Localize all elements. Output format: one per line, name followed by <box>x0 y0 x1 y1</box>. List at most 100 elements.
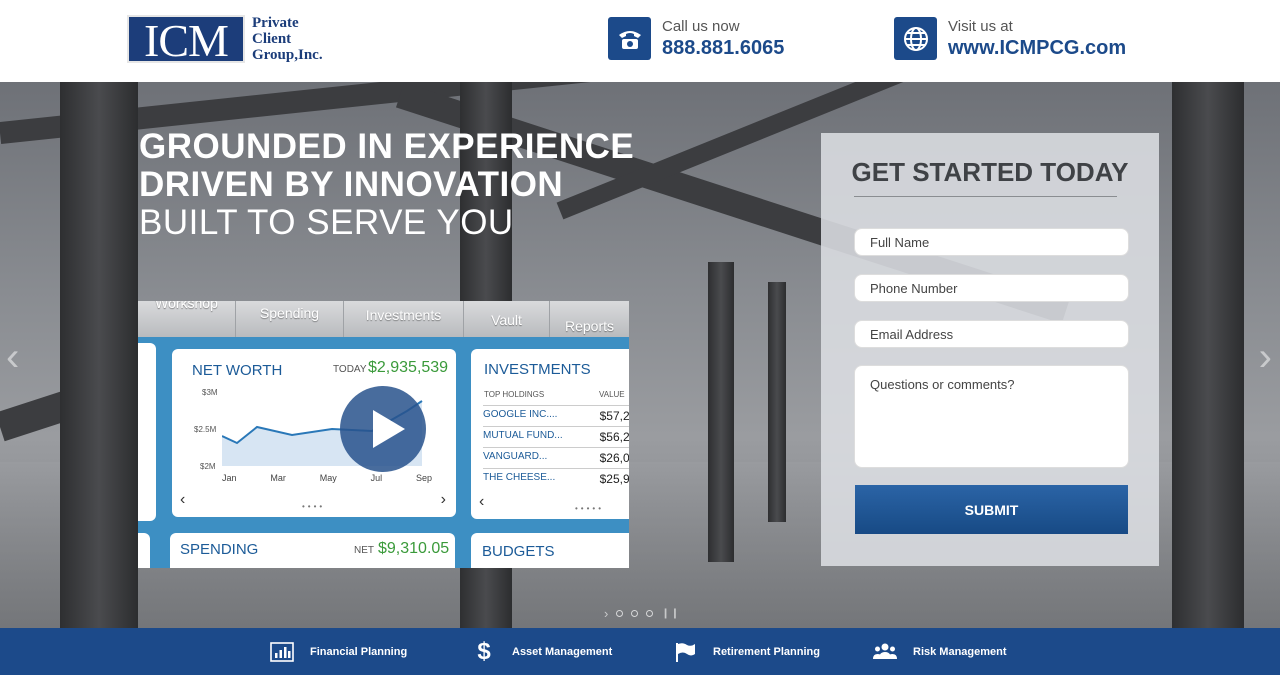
logo-line-1: Private <box>252 15 299 31</box>
service-label: Financial Planning <box>310 646 408 658</box>
bar-chart-icon <box>270 640 294 664</box>
spending-panel: SPENDING NET $9,310.05 <box>170 533 455 568</box>
service-asset-management[interactable]: $ Asset Management <box>472 638 613 665</box>
app-tab: Investments <box>344 301 464 337</box>
holding-name: GOOGLE INC.... <box>483 409 558 420</box>
dollar-icon: $ <box>477 638 491 665</box>
app-tab: Vault <box>464 301 550 337</box>
x-tick: Sep <box>415 473 432 483</box>
phone-number-link[interactable]: 888.881.6065 <box>662 36 784 60</box>
company-logo[interactable]: ICM Private Client Group,Inc. <box>127 15 323 65</box>
app-tab: Workshop <box>138 301 236 337</box>
net-worth-title: NET WORTH <box>192 362 283 379</box>
phone-number-input[interactable] <box>854 274 1129 302</box>
holding-row: GOOGLE INC.... $57,260 <box>483 405 629 426</box>
pier-piling <box>768 282 786 522</box>
holding-value: $26,061 <box>599 451 629 465</box>
chevron-right-icon: › <box>440 491 446 508</box>
x-tick: Jul <box>370 473 383 483</box>
holding-value: $57,260 <box>599 409 629 423</box>
holding-row: MUTUAL FUND... $56,250 <box>483 426 629 447</box>
service-label: Asset Management <box>512 646 613 658</box>
email-address-input[interactable] <box>854 320 1129 348</box>
call-us-block[interactable]: Call us now 888.881.6065 <box>608 17 784 60</box>
y-tick: $3M <box>202 388 218 397</box>
y-tick: $2.5M <box>194 425 217 434</box>
x-tick: May <box>319 473 337 483</box>
holding-name: THE CHEESE... <box>483 472 556 483</box>
hero-slider: GROUNDED IN EXPERIENCE DRIVEN BY INNOVAT… <box>0 82 1280 628</box>
questions-textarea[interactable] <box>854 365 1129 468</box>
holdings-header: TOP HOLDINGS <box>484 390 545 399</box>
slider-dot[interactable] <box>631 610 639 617</box>
today-label: TODAY <box>333 364 367 375</box>
site-header: ICM Private Client Group,Inc. Call us no… <box>0 0 1280 82</box>
investments-panel: INVESTMENTS TOP HOLDINGS VALUE GOOGLE IN… <box>471 349 629 519</box>
visit-label: Visit us at <box>948 17 1013 35</box>
form-title: GET STARTED TODAY <box>851 157 1129 187</box>
net-label: NET <box>354 545 374 556</box>
holdings-list: GOOGLE INC.... $57,260 MUTUAL FUND... $5… <box>483 405 629 489</box>
globe-icon <box>894 17 937 60</box>
service-retirement-planning[interactable]: Retirement Planning <box>673 640 820 664</box>
spending-title: SPENDING <box>180 541 259 558</box>
slider-dot[interactable] <box>646 610 654 617</box>
x-tick: Jan <box>222 473 237 483</box>
slider-dot[interactable] <box>616 610 624 617</box>
app-panel-edge <box>138 533 150 568</box>
holding-row: THE CHEESE... $25,905 <box>483 468 629 489</box>
full-name-input[interactable] <box>854 228 1129 256</box>
service-risk-management[interactable]: Risk Management <box>873 640 1007 664</box>
holding-name: VANGUARD... <box>483 451 548 462</box>
headline-line-2: DRIVEN BY INNOVATION <box>139 165 564 204</box>
service-label: Risk Management <box>913 646 1007 658</box>
holding-value: $56,250 <box>599 430 629 444</box>
investments-title: INVESTMENTS <box>484 361 591 378</box>
app-tab-bar: Workshop Spending Investments Vault Repo… <box>138 301 629 337</box>
service-financial-planning[interactable]: Financial Planning <box>270 640 407 664</box>
pier-piling <box>1172 82 1244 628</box>
pier-piling <box>708 262 734 562</box>
y-tick: $2M <box>200 462 216 471</box>
pager-dots: ••••• <box>575 504 605 513</box>
headline-line-1: GROUNDED IN EXPERIENCE <box>139 127 635 166</box>
chevron-left-icon: ‹ <box>180 491 186 508</box>
net-value: $9,310.05 <box>378 540 450 557</box>
pause-icon[interactable]: ❙❙ <box>661 608 680 619</box>
x-axis-ticks: Jan Mar May Jul Sep <box>222 473 432 483</box>
logo-line-2: Client <box>252 31 292 47</box>
pager-dots: •••• <box>302 502 326 511</box>
today-value: $2,935,539 <box>368 359 449 376</box>
x-tick: Mar <box>270 473 286 483</box>
people-icon <box>873 640 897 664</box>
slider-prev-arrow-icon[interactable]: ‹ <box>6 337 19 377</box>
logo-text: Private Client Group,Inc. <box>252 15 323 63</box>
get-started-form: GET STARTED TODAY SUBMIT <box>821 133 1159 566</box>
slider-pagination: › ❙❙ <box>604 606 680 621</box>
headline-line-3: BUILT TO SERVE YOU <box>139 203 514 242</box>
flag-icon <box>673 640 697 664</box>
chevron-left-icon: ‹ <box>479 493 485 510</box>
holding-name: MUTUAL FUND... <box>483 430 563 441</box>
slider-next-arrow-icon[interactable]: › <box>1259 337 1272 377</box>
submit-button[interactable]: SUBMIT <box>855 485 1128 534</box>
app-panel-edge <box>138 343 156 521</box>
services-bar: Financial Planning $ Asset Management Re… <box>0 628 1280 675</box>
holding-row: VANGUARD... $26,061 <box>483 447 629 468</box>
app-tab: Spending <box>236 301 344 337</box>
phone-icon <box>608 17 651 60</box>
visit-us-block[interactable]: Visit us at www.ICMPCG.com <box>894 17 1126 60</box>
app-tab: Reports <box>564 318 615 334</box>
pier-piling <box>60 82 138 628</box>
hero-headline: GROUNDED IN EXPERIENCE DRIVEN BY INNOVAT… <box>139 128 634 242</box>
slider-next-chevron-icon[interactable]: › <box>604 606 608 621</box>
logo-line-3: Group,Inc. <box>252 47 323 63</box>
budgets-title: BUDGETS <box>482 543 555 560</box>
play-button-icon[interactable] <box>340 386 426 472</box>
call-label: Call us now <box>662 17 740 35</box>
website-link[interactable]: www.ICMPCG.com <box>948 36 1126 60</box>
video-player[interactable]: Workshop Spending Investments Vault Repo… <box>138 301 629 568</box>
value-header: VALUE <box>599 390 625 399</box>
form-divider <box>854 196 1117 197</box>
logo-mark: ICM <box>127 15 245 65</box>
